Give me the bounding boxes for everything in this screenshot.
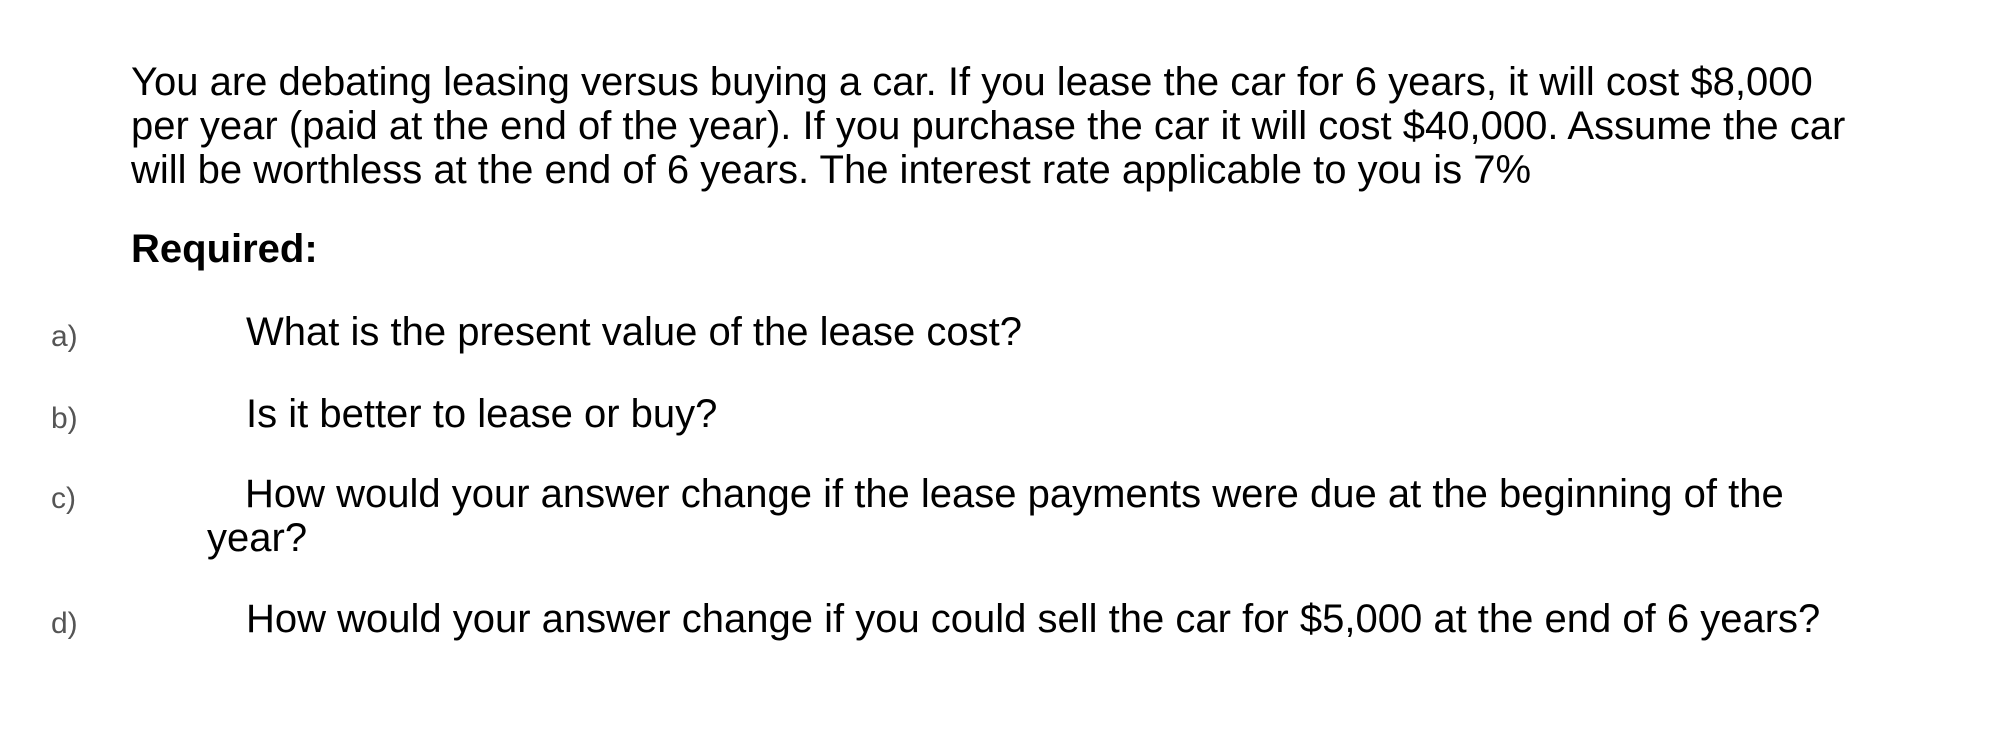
question-c-line: year?	[207, 516, 308, 560]
problem-statement: You are debating leasing versus buying a…	[131, 60, 1991, 192]
required-heading: Required:	[131, 227, 318, 271]
question-d-line: How would your answer change if you coul…	[246, 597, 1821, 641]
question-a: What is the present value of the lease c…	[246, 310, 1022, 354]
question-b-line: Is it better to lease or buy?	[246, 392, 718, 436]
question-c: How would your answer change if the leas…	[207, 472, 1784, 560]
question-a-line: What is the present value of the lease c…	[246, 310, 1022, 354]
question-letter-a: a)	[51, 320, 78, 353]
document-page: You are debating leasing versus buying a…	[0, 0, 2005, 750]
question-b: Is it better to lease or buy?	[246, 392, 717, 436]
problem-statement-line: You are debating leasing versus buying a…	[131, 60, 1813, 104]
question-c-line: How would your answer change if the leas…	[245, 472, 1784, 516]
problem-statement-line: will be worthless at the end of 6 years.…	[131, 148, 1532, 192]
problem-statement-line: per year (paid at the end of the year). …	[131, 104, 1846, 148]
question-letter-b: b)	[51, 402, 78, 435]
question-d: How would your answer change if you coul…	[246, 597, 1820, 641]
question-letter-c: c)	[51, 482, 76, 515]
question-letter-d: d)	[51, 607, 78, 640]
